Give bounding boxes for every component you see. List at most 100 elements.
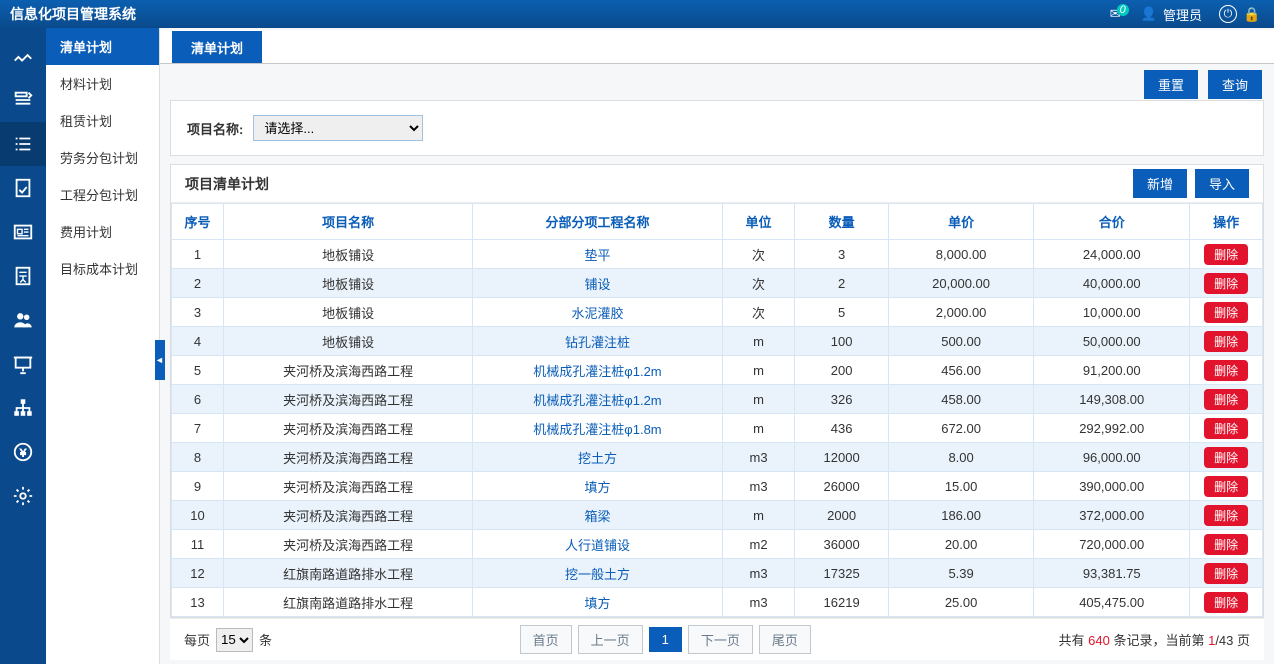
cell: 149,308.00 — [1034, 385, 1190, 414]
cell: 500.00 — [888, 327, 1033, 356]
user-icon[interactable]: 👤 — [1141, 6, 1157, 22]
page-last[interactable]: 尾页 — [759, 625, 811, 654]
cell: m — [722, 327, 795, 356]
cell[interactable]: 填方 — [473, 472, 722, 501]
cell: 96,000.00 — [1034, 443, 1190, 472]
delete-button[interactable]: 删除 — [1204, 418, 1248, 439]
add-button[interactable]: 新增 — [1133, 169, 1187, 198]
rail-doc-check-icon[interactable] — [0, 166, 46, 210]
cell: 夹河桥及滨海西路工程 — [223, 356, 472, 385]
cell-actions: 删除 — [1190, 530, 1263, 559]
page-prev[interactable]: 上一页 — [578, 625, 643, 654]
delete-button[interactable]: 删除 — [1204, 302, 1248, 323]
subnav-item[interactable]: 材料计划 — [46, 65, 159, 102]
subnav-item[interactable]: 清单计划 — [46, 28, 159, 65]
table-row: 6夹河桥及滨海西路工程机械成孔灌注桩φ1.2mm326458.00149,308… — [172, 385, 1263, 414]
cell: 458.00 — [888, 385, 1033, 414]
cell: 12000 — [795, 443, 889, 472]
cell: m2 — [722, 530, 795, 559]
subnav-item[interactable]: 目标成本计划 — [46, 250, 159, 287]
rail-users-icon[interactable] — [0, 298, 46, 342]
page-current[interactable]: 1 — [649, 627, 682, 652]
cell-actions: 删除 — [1190, 472, 1263, 501]
cell[interactable]: 机械成孔灌注桩φ1.2m — [473, 385, 722, 414]
cell[interactable]: 钻孔灌注桩 — [473, 327, 722, 356]
cell[interactable]: 挖一般土方 — [473, 559, 722, 588]
data-table: 序号项目名称分部分项工程名称单位数量单价合价操作 1地板铺设垫平次38,000.… — [171, 203, 1263, 617]
table-row: 10夹河桥及滨海西路工程箱梁m2000186.00372,000.00删除 — [172, 501, 1263, 530]
delete-button[interactable]: 删除 — [1204, 447, 1248, 468]
subnav-item[interactable]: 费用计划 — [46, 213, 159, 250]
rail-dashboard-icon[interactable] — [0, 34, 46, 78]
cell: 292,992.00 — [1034, 414, 1190, 443]
rail-doc-arrow-icon[interactable] — [0, 254, 46, 298]
rail-list-icon[interactable] — [0, 122, 46, 166]
cell: 8 — [172, 443, 224, 472]
cell: m — [722, 356, 795, 385]
mail-icon[interactable]: ✉0 — [1110, 6, 1129, 22]
rail-news-icon[interactable] — [0, 210, 46, 254]
cell[interactable]: 机械成孔灌注桩φ1.2m — [473, 356, 722, 385]
cell: 672.00 — [888, 414, 1033, 443]
cell[interactable]: 挖土方 — [473, 443, 722, 472]
rail-edit-icon[interactable] — [0, 78, 46, 122]
cell: 夹河桥及滨海西路工程 — [223, 530, 472, 559]
page-first[interactable]: 首页 — [520, 625, 572, 654]
tab-active[interactable]: 清单计划 — [172, 31, 262, 63]
delete-button[interactable]: 删除 — [1204, 505, 1248, 526]
cell: m3 — [722, 588, 795, 617]
lock-icon[interactable]: 🔒 — [1243, 5, 1261, 23]
rail-presentation-icon[interactable] — [0, 342, 46, 386]
rail-yen-icon[interactable]: ¥ — [0, 430, 46, 474]
cell[interactable]: 铺设 — [473, 269, 722, 298]
subnav-item[interactable]: 工程分包计划 — [46, 176, 159, 213]
delete-button[interactable]: 删除 — [1204, 360, 1248, 381]
query-button[interactable]: 查询 — [1208, 70, 1262, 99]
cell: 次 — [722, 298, 795, 327]
delete-button[interactable]: 删除 — [1204, 592, 1248, 613]
rail-org-icon[interactable] — [0, 386, 46, 430]
project-name-select[interactable]: 请选择... — [253, 115, 423, 141]
cell: 2000 — [795, 501, 889, 530]
svg-text:¥: ¥ — [19, 448, 27, 460]
cell[interactable]: 水泥灌胶 — [473, 298, 722, 327]
collapse-handle[interactable] — [155, 340, 165, 380]
cell: 地板铺设 — [223, 240, 472, 269]
table-row: 3地板铺设水泥灌胶次52,000.0010,000.00删除 — [172, 298, 1263, 327]
cell[interactable]: 人行道铺设 — [473, 530, 722, 559]
delete-button[interactable]: 删除 — [1204, 563, 1248, 584]
cell: 红旗南路道路排水工程 — [223, 559, 472, 588]
reset-button[interactable]: 重置 — [1144, 70, 1198, 99]
cell[interactable]: 箱梁 — [473, 501, 722, 530]
col-header: 数量 — [795, 204, 889, 240]
cell: 91,200.00 — [1034, 356, 1190, 385]
import-button[interactable]: 导入 — [1195, 169, 1249, 198]
cell: 40,000.00 — [1034, 269, 1190, 298]
cell-actions: 删除 — [1190, 240, 1263, 269]
delete-button[interactable]: 删除 — [1204, 244, 1248, 265]
cell[interactable]: 填方 — [473, 588, 722, 617]
cell: 10,000.00 — [1034, 298, 1190, 327]
delete-button[interactable]: 删除 — [1204, 534, 1248, 555]
delete-button[interactable]: 删除 — [1204, 389, 1248, 410]
rail-gear-icon[interactable] — [0, 474, 46, 518]
delete-button[interactable]: 删除 — [1204, 273, 1248, 294]
cell: 326 — [795, 385, 889, 414]
delete-button[interactable]: 删除 — [1204, 476, 1248, 497]
cell[interactable]: 垫平 — [473, 240, 722, 269]
cell: 17325 — [795, 559, 889, 588]
delete-button[interactable]: 删除 — [1204, 331, 1248, 352]
cell: 186.00 — [888, 501, 1033, 530]
power-icon[interactable]: ⏻ — [1219, 5, 1237, 23]
table-row: 2地板铺设铺设次220,000.0040,000.00删除 — [172, 269, 1263, 298]
cell: 夹河桥及滨海西路工程 — [223, 414, 472, 443]
cell[interactable]: 机械成孔灌注桩φ1.8m — [473, 414, 722, 443]
page-next[interactable]: 下一页 — [688, 625, 753, 654]
table-row: 4地板铺设钻孔灌注桩m100500.0050,000.00删除 — [172, 327, 1263, 356]
per-page-select[interactable]: 15 — [216, 628, 253, 652]
user-label[interactable]: 管理员 — [1163, 5, 1202, 24]
cell-actions: 删除 — [1190, 588, 1263, 617]
subnav-item[interactable]: 租赁计划 — [46, 102, 159, 139]
cell: 436 — [795, 414, 889, 443]
subnav-item[interactable]: 劳务分包计划 — [46, 139, 159, 176]
